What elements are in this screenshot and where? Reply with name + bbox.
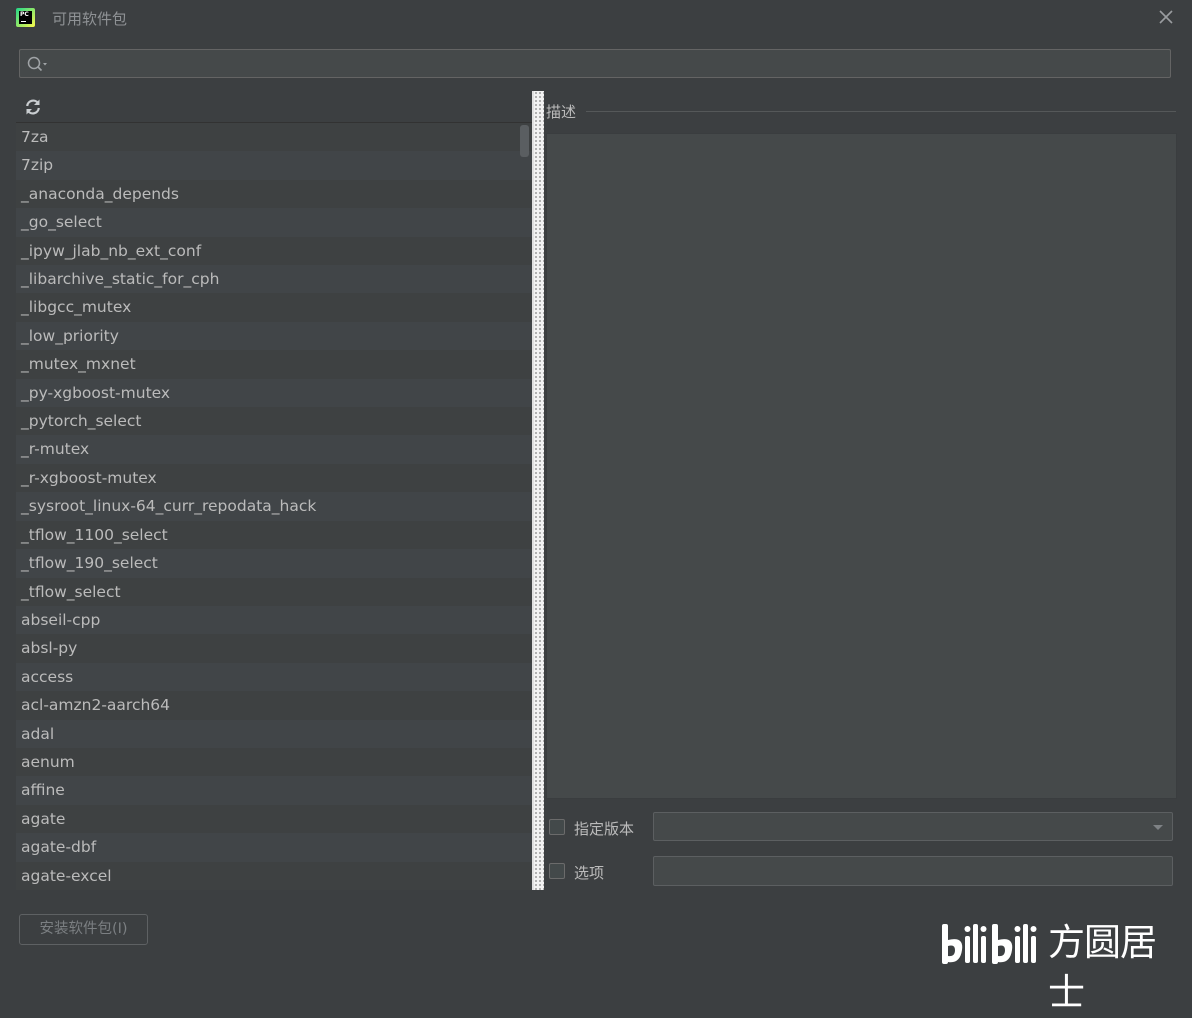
list-item[interactable]: acl-amzn2-aarch64 <box>16 691 532 720</box>
list-item[interactable]: _r-mutex <box>16 435 532 464</box>
search-box[interactable] <box>19 49 1171 78</box>
search-input[interactable] <box>52 53 1156 76</box>
list-item[interactable]: aenum <box>16 747 532 777</box>
list-item[interactable]: _tflow_190_select <box>16 549 532 578</box>
search-icon[interactable] <box>26 55 48 73</box>
description-area <box>546 133 1177 799</box>
close-icon[interactable] <box>1156 7 1176 27</box>
list-item[interactable]: _anaconda_depends <box>16 179 532 209</box>
options-label: 选项 <box>574 864 605 882</box>
refresh-icon[interactable] <box>24 98 42 116</box>
pycharm-icon: PC <box>16 8 35 27</box>
specify-version-label: 指定版本 <box>574 820 635 838</box>
list-item[interactable]: affine <box>16 776 532 805</box>
watermark: 方圆居士 <box>938 918 1188 1014</box>
options-checkbox[interactable] <box>549 863 565 879</box>
list-item[interactable]: 7za <box>16 123 532 152</box>
package-list[interactable]: 7za 7zip _anaconda_depends _go_select _ipyw_… <box>16 123 532 890</box>
watermark-text: 方圆居士 <box>1048 921 1157 1014</box>
list-item[interactable]: access <box>16 662 532 692</box>
list-item[interactable]: absl-py <box>16 634 532 663</box>
description-label: 描述 <box>546 103 577 121</box>
options-input[interactable] <box>653 856 1173 886</box>
list-item[interactable]: 7zip <box>16 151 532 180</box>
chevron-down-icon <box>1153 825 1163 830</box>
list-item[interactable]: agate <box>16 804 532 834</box>
package-list-scrollbar[interactable] <box>517 123 531 890</box>
list-item[interactable]: _libarchive_static_for_cph <box>16 265 532 294</box>
window-title: 可用软件包 <box>52 10 128 28</box>
list-item[interactable]: adal <box>16 719 532 748</box>
list-item[interactable]: _mutex_mxnet <box>16 350 532 379</box>
install-package-button[interactable]: 安装软件包(I) <box>19 914 148 945</box>
scrollbar-thumb[interactable] <box>520 125 529 157</box>
list-item[interactable]: _go_select <box>16 208 532 237</box>
specify-version-checkbox[interactable] <box>549 819 565 835</box>
description-divider <box>586 111 1176 112</box>
version-select[interactable] <box>653 812 1173 841</box>
package-list-toolbar <box>16 91 532 123</box>
bilibili-logo-icon <box>942 924 1037 964</box>
list-item[interactable]: _pytorch_select <box>16 407 532 436</box>
list-item[interactable]: agate-dbf <box>16 833 532 862</box>
list-item[interactable]: _low_priority <box>16 321 532 351</box>
list-item[interactable]: agate-excel <box>16 861 532 890</box>
title-bar: PC 可用软件包 <box>0 0 1192 36</box>
list-item[interactable]: _tflow_1100_select <box>16 520 532 550</box>
package-list-panel: 7za 7zip _anaconda_depends _go_select _ipyw_… <box>16 91 544 890</box>
list-item[interactable]: _ipyw_jlab_nb_ext_conf <box>16 236 532 266</box>
panel-splitter[interactable] <box>532 91 544 890</box>
list-item[interactable]: _py-xgboost-mutex <box>16 378 532 408</box>
list-item[interactable]: _libgcc_mutex <box>16 293 532 322</box>
list-item[interactable]: _tflow_select <box>16 577 532 606</box>
list-item[interactable]: abseil-cpp <box>16 605 532 635</box>
list-item[interactable]: _sysroot_linux-64_curr_repodata_hack <box>16 492 532 521</box>
list-item[interactable]: _r-xgboost-mutex <box>16 463 532 493</box>
